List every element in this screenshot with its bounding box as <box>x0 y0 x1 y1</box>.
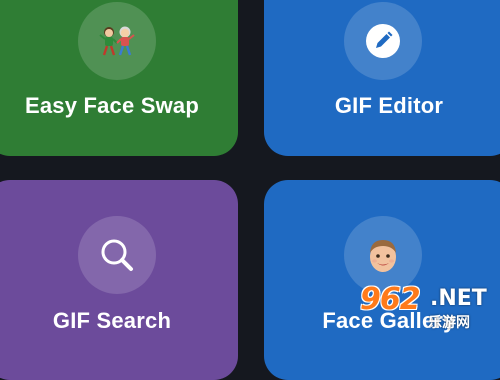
gif-editor-icon-circle <box>344 2 422 80</box>
gif-editor-tile[interactable]: GIF Editor <box>264 0 500 156</box>
gif-search-label: GIF Search <box>52 308 172 333</box>
gif-search-icon-circle <box>78 216 156 294</box>
gif-editor-label: GIF Editor <box>334 93 444 118</box>
search-icon <box>96 234 138 276</box>
pencil-icon <box>363 21 403 61</box>
gif-search-tile[interactable]: GIF Search <box>0 180 238 380</box>
face-gallery-icon-circle <box>344 216 422 294</box>
easy-face-swap-tile[interactable]: Easy Face Swap <box>0 0 238 156</box>
face-gallery-label: Face Gallery <box>322 308 456 333</box>
face-gallery-tile[interactable]: Face Gallery <box>264 180 500 380</box>
easy-face-swap-label: Easy Face Swap <box>24 93 199 118</box>
easy-face-swap-icon-circle <box>78 2 156 80</box>
child-face-icon <box>365 235 401 275</box>
two-kids-icon <box>95 24 139 58</box>
